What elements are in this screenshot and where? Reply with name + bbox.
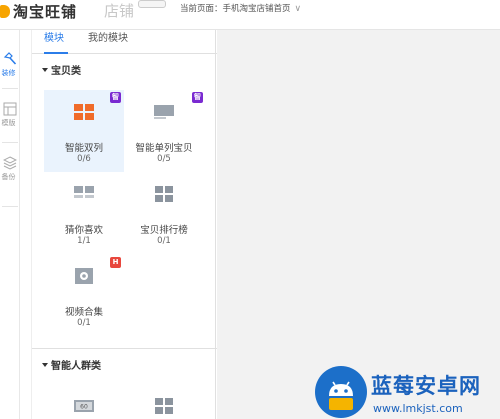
site-watermark: 蓝莓安卓网 www.lmkjst.com	[315, 364, 500, 419]
module-count: 0/6	[77, 154, 91, 164]
thumb-label: 60	[80, 404, 88, 411]
module-count: 0/1	[77, 318, 91, 328]
caret-down-icon	[42, 68, 48, 72]
tab-modules[interactable]: 模块	[44, 30, 68, 54]
template-icon	[3, 102, 17, 116]
logo-text: 淘宝旺铺	[13, 2, 78, 21]
module-card-ranking[interactable]: 宝贝排行榜 0/1	[124, 172, 204, 254]
section-header-smart-crowd[interactable]: 智能人群类	[42, 357, 101, 372]
rail-divider	[2, 142, 18, 143]
current-page-selector[interactable]: 当前页面：手机淘宝店铺首页 ∨	[180, 2, 301, 14]
hammer-icon	[3, 52, 17, 65]
rail-divider	[2, 88, 18, 89]
rail-label-backup: 备份	[1, 173, 16, 181]
crowd-banner-icon: 60	[74, 400, 94, 412]
current-page-label: 当前页面：	[180, 4, 223, 14]
shop-badge	[138, 0, 166, 8]
caret-down-icon	[42, 363, 48, 367]
double-column-icon	[74, 104, 94, 120]
layers-icon	[3, 156, 17, 170]
video-play-icon	[75, 268, 93, 284]
module-count: 0/1	[157, 236, 171, 246]
rail-item-template[interactable]: 模版	[0, 94, 20, 142]
module-card-smart-double[interactable]: 智 智能双列 0/6	[44, 90, 124, 172]
module-card-crowd-1[interactable]: 60	[44, 384, 124, 419]
module-name: 宝贝排行榜	[140, 225, 188, 236]
smart-badge: 智	[110, 92, 121, 103]
single-column-icon	[154, 105, 174, 119]
module-name: 视频合集	[64, 307, 103, 318]
section-title: 智能人群类	[51, 361, 101, 372]
module-name: 智能单列宝贝	[135, 143, 193, 154]
hot-badge: H	[110, 257, 121, 268]
section-header-products[interactable]: 宝贝类	[42, 62, 81, 77]
current-page-value: 手机淘宝店铺首页	[222, 4, 291, 14]
module-tabs: 模块 我的模块	[32, 30, 217, 54]
grid-list-icon	[74, 186, 94, 198]
android-robot-icon	[315, 366, 367, 418]
smart-badge: 智	[192, 92, 203, 103]
rail-label-decorate: 装修	[1, 69, 16, 77]
shop-label: 店铺	[104, 2, 135, 20]
chevron-down-icon: ∨	[294, 4, 302, 14]
watermark-url: www.lmkjst.com	[373, 402, 463, 415]
rail-item-decorate[interactable]: 装修	[0, 44, 20, 92]
taobao-wangpu-logo[interactable]: 淘宝旺铺	[0, 0, 77, 22]
module-name: 猜你喜欢	[64, 225, 103, 236]
module-card-smart-single[interactable]: 智 智能单列宝贝 0/5	[124, 90, 204, 172]
section-divider	[32, 348, 217, 349]
four-grid-icon	[155, 186, 173, 202]
tab-my-modules[interactable]: 我的模块	[88, 30, 136, 54]
logo-icon	[0, 4, 10, 18]
module-panel: 模块 我的模块 宝贝类 智 智能双列 0/6 智 智能单列宝贝 0/5 猜你喜欢…	[31, 30, 217, 419]
four-grid-icon	[155, 398, 173, 414]
module-card-video-collection[interactable]: H 视频合集 0/1	[44, 254, 124, 336]
editor-canvas[interactable]	[217, 30, 500, 419]
module-count: 0/5	[157, 154, 171, 164]
module-count: 1/1	[77, 236, 91, 246]
rail-divider	[2, 206, 18, 207]
rail-label-template: 模版	[1, 119, 16, 127]
rail-item-backup[interactable]: 备份	[0, 148, 20, 196]
section-title: 宝贝类	[51, 66, 81, 77]
module-name: 智能双列	[64, 143, 103, 154]
module-card-crowd-2[interactable]	[124, 384, 204, 419]
watermark-title: 蓝莓安卓网	[371, 374, 481, 398]
left-icon-rail: 装修 模版 备份	[0, 30, 20, 419]
module-card-guess-you-like[interactable]: 猜你喜欢 1/1	[44, 172, 124, 254]
top-header: 淘宝旺铺 店铺 当前页面：手机淘宝店铺首页 ∨	[0, 0, 500, 30]
